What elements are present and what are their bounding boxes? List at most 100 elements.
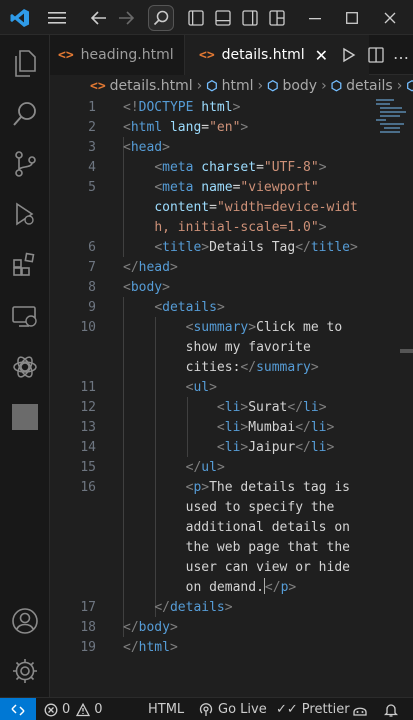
code-token: name <box>193 180 233 195</box>
code-token: html <box>138 640 170 655</box>
source-control-icon[interactable] <box>0 140 50 188</box>
code-token: Details Tag <box>209 240 296 255</box>
minimap[interactable] <box>374 97 408 137</box>
line-number: 17 <box>80 600 96 615</box>
explorer-icon[interactable] <box>0 40 50 88</box>
code-line[interactable]: </ul> <box>123 458 225 478</box>
code-line[interactable]: </head> <box>123 258 178 278</box>
code-line[interactable]: <meta name="viewport" <box>123 178 318 198</box>
line-number: 15 <box>80 460 96 475</box>
code-line[interactable]: </body> <box>123 618 178 638</box>
title-bar <box>0 0 413 35</box>
code-line[interactable]: on demand.</p> <box>123 578 296 598</box>
code-line[interactable]: content="width=device-widt <box>123 198 358 218</box>
settings-gear-icon[interactable] <box>0 647 50 695</box>
customize-layout-icon[interactable] <box>266 0 288 35</box>
code-line[interactable]: <head> <box>123 138 170 158</box>
minimize-icon[interactable] <box>300 0 330 35</box>
code-token: > <box>169 260 178 275</box>
code-token: show my favorite <box>185 340 311 355</box>
code-token: "width=device-widt <box>216 200 358 215</box>
code-line[interactable]: <html lang="en"> <box>123 118 248 138</box>
code-token: title <box>310 240 350 255</box>
close-window-icon[interactable] <box>375 0 405 35</box>
close-tab-icon[interactable]: ✕ <box>315 46 328 65</box>
breadcrumb-item-html[interactable]: html <box>222 78 254 94</box>
chatgpt-icon[interactable] <box>0 343 50 391</box>
toggle-panel-icon[interactable] <box>212 0 234 35</box>
code-token: li <box>224 420 241 435</box>
code-token: > <box>162 280 170 295</box>
warning-icon <box>76 702 91 716</box>
accounts-icon[interactable] <box>0 597 50 645</box>
remote-explorer-icon[interactable] <box>0 293 50 341</box>
code-editor[interactable]: 1 2 3 4 5 6 7 8 9 10 11 12 13 14 15 16 17 18 19 <!DOCTYPE … <box>50 97 413 697</box>
extension-panel-icon[interactable] <box>0 393 50 441</box>
split-editor-icon[interactable] <box>368 47 384 67</box>
tab-heading-html[interactable]: <> heading.html <box>50 35 185 75</box>
code-line[interactable]: </html> <box>123 638 178 658</box>
code-token: < <box>216 400 225 415</box>
forward-arrow-icon[interactable] <box>115 0 137 35</box>
code-line[interactable]: <details> <box>123 298 224 318</box>
code-token: = <box>256 160 264 175</box>
line-number: 19 <box>80 640 96 655</box>
code-line[interactable]: <li>Surat</li> <box>123 398 327 418</box>
back-arrow-icon[interactable] <box>88 0 110 35</box>
code-line[interactable]: cities:</summary> <box>123 358 319 378</box>
code-line[interactable]: <ul> <box>123 378 217 398</box>
vertical-scrollbar-thumb[interactable] <box>400 349 413 353</box>
language-mode[interactable]: HTML <box>148 698 184 720</box>
code-token: = <box>201 120 210 135</box>
search-icon[interactable] <box>148 0 174 35</box>
code-line[interactable]: <li>Jaipur</li> <box>123 438 334 458</box>
breadcrumb-item-body[interactable]: body <box>282 78 317 94</box>
code-token: > <box>288 580 297 595</box>
code-token: > <box>310 360 319 375</box>
code-line[interactable]: user can view or hide <box>123 558 350 578</box>
run-icon[interactable] <box>341 47 357 67</box>
code-line[interactable]: <!DOCTYPE html> <box>123 98 240 118</box>
maximize-icon[interactable] <box>337 0 367 35</box>
code-line[interactable]: <body> <box>123 278 170 298</box>
code-line[interactable]: show my favorite <box>123 338 311 358</box>
prettier-button[interactable]: ✓✓ Prettier <box>276 698 350 720</box>
code-token: > <box>201 480 210 495</box>
menu-icon[interactable] <box>44 0 70 35</box>
code-token: li <box>303 400 319 415</box>
run-debug-icon[interactable] <box>0 190 50 238</box>
code-line[interactable]: <p>The details tag is <box>123 478 350 498</box>
more-actions-icon[interactable]: … <box>393 44 409 63</box>
code-token: </ <box>123 620 139 635</box>
go-live-button[interactable]: Go Live <box>199 698 267 720</box>
error-icon <box>44 703 58 716</box>
code-line[interactable]: </details> <box>123 598 232 618</box>
code-line[interactable]: the web page that the <box>123 538 350 558</box>
code-line[interactable]: <summary>Click me to <box>123 318 343 338</box>
breadcrumb-file[interactable]: details.html <box>110 78 193 94</box>
code-line[interactable]: <meta charset="UTF-8"> <box>123 158 326 178</box>
code-line[interactable]: <li>Mumbai</li> <box>123 418 334 438</box>
html5-icon: <> <box>90 78 106 94</box>
code-token: content <box>154 200 210 215</box>
copilot-icon[interactable] <box>352 698 368 720</box>
problems-indicator[interactable]: 0 0 <box>44 698 103 720</box>
code-line[interactable]: h, initial-scale=1.0"> <box>123 218 326 238</box>
code-token: > <box>232 100 241 115</box>
notifications-bell-icon[interactable] <box>384 698 398 720</box>
code-line[interactable]: <title>Details Tag</title> <box>123 238 358 258</box>
breadcrumb-item-details[interactable]: details <box>346 78 393 94</box>
code-token: ul <box>201 460 217 475</box>
extensions-icon[interactable] <box>0 240 50 288</box>
remote-indicator-icon[interactable] <box>0 698 36 720</box>
code-token: "UTF-8" <box>263 160 319 175</box>
code-line[interactable]: additional details on <box>123 518 350 538</box>
code-token: < <box>154 240 163 255</box>
code-token: summary <box>193 320 249 335</box>
toggle-primary-sidebar-icon[interactable] <box>185 0 207 35</box>
toggle-secondary-sidebar-icon[interactable] <box>239 0 261 35</box>
code-line[interactable]: used to specify the <box>123 498 335 518</box>
search-sidebar-icon[interactable] <box>0 90 50 138</box>
